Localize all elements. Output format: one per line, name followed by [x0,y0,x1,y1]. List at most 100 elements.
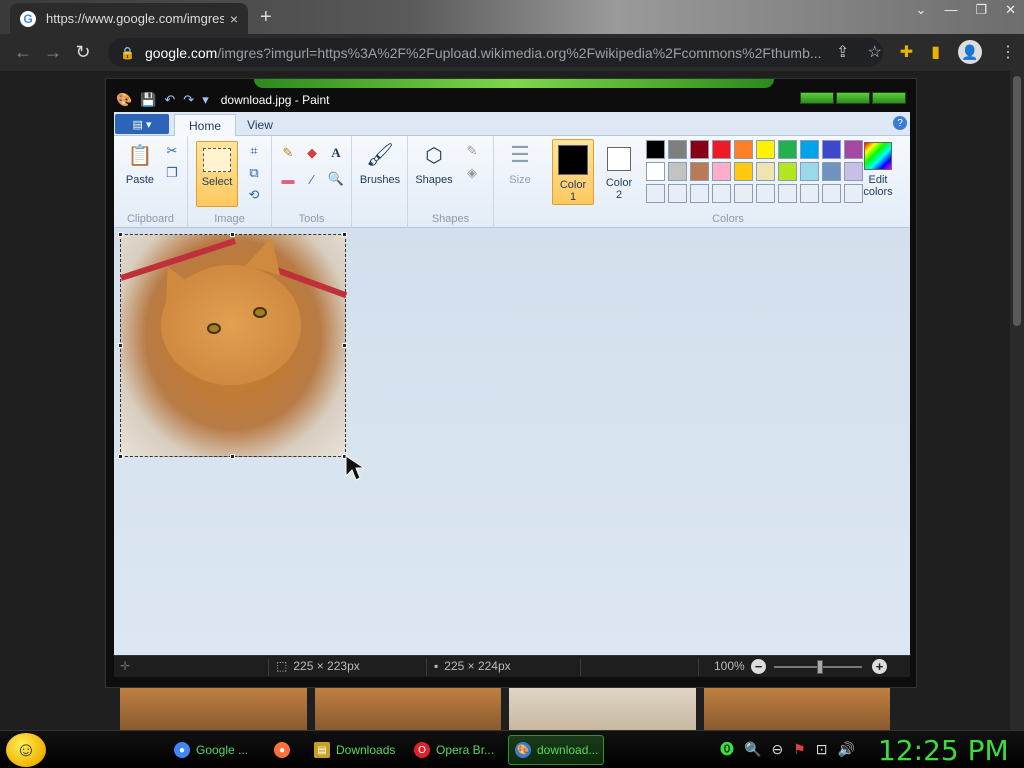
text-tool-icon[interactable]: A [326,144,346,162]
zoom-in-button[interactable]: + [872,659,887,674]
start-button[interactable]: ☺ [6,733,46,767]
palette-color-swatch[interactable] [668,140,687,159]
color1-button[interactable]: Color 1 [552,139,594,205]
resize-handle[interactable] [118,454,123,459]
magnifier-icon[interactable]: 🔍 [326,170,346,188]
zoom-out-button[interactable]: − [751,659,766,674]
resize-handle[interactable] [342,343,347,348]
address-bar[interactable]: 🔒 google.com /imgres?imgurl=https%3A%2F%… [108,38,883,67]
image-thumbnail[interactable] [509,688,696,730]
scrollbar-thumb[interactable] [1013,76,1021,326]
custom-color-slot[interactable] [712,184,731,203]
shapes-button[interactable]: ⬡ Shapes [412,140,456,187]
new-tab-button[interactable]: + [260,6,272,29]
palette-color-swatch[interactable] [646,140,665,159]
palette-color-swatch[interactable] [690,140,709,159]
palette-color-swatch[interactable] [778,140,797,159]
customize-dropdown-icon[interactable]: ▾ [202,92,209,108]
minimize-button[interactable]: — [944,2,957,18]
resize-handle[interactable] [230,232,235,237]
palette-color-swatch[interactable] [756,162,775,181]
palette-color-swatch[interactable] [646,162,665,181]
volume-icon[interactable]: 🔊 [837,741,854,758]
resize-handle[interactable] [118,232,123,237]
redo-icon[interactable]: ↷ [183,92,194,108]
custom-color-slot[interactable] [668,184,687,203]
image-thumbnail[interactable] [703,688,890,730]
taskbar-item-opera[interactable]: O Opera Br... [408,735,500,765]
undo-icon[interactable]: ↶ [164,92,175,108]
save-icon[interactable]: 💾 [140,92,156,108]
tray-minus-icon[interactable]: ⊖ [771,741,783,758]
paint-app-icon[interactable]: 🎨 [116,92,132,108]
palette-color-swatch[interactable] [822,162,841,181]
side-panel-icon[interactable]: ▮ [931,42,940,62]
rotate-icon[interactable]: ⟲ [244,186,264,204]
palette-color-swatch[interactable] [668,162,687,181]
fill-icon[interactable]: ◈ [462,164,482,182]
edit-colors-button[interactable]: Edit colors [856,139,900,205]
image-thumbnail[interactable] [120,688,307,730]
browser-tab[interactable]: G https://www.google.com/imgres × [10,3,248,34]
copy-icon[interactable]: ❐ [162,164,182,182]
resize-handle[interactable] [118,343,123,348]
zoom-slider-thumb[interactable] [817,660,823,674]
taskbar-clock[interactable]: 12:25 PM [878,734,1009,767]
select-button[interactable]: Select [196,141,238,207]
color2-button[interactable]: Color 2 [598,139,640,205]
palette-color-swatch[interactable] [734,162,753,181]
profile-avatar-icon[interactable]: 👤 [958,40,982,64]
tab-view[interactable]: View [238,114,282,136]
bookmark-star-icon[interactable]: ☆ [867,42,881,62]
custom-color-slot[interactable] [690,184,709,203]
reload-button[interactable]: ↻ [68,42,98,63]
outline-icon[interactable]: ✎ [462,142,482,160]
taskbar-item-paint[interactable]: 🎨 download... [508,735,604,765]
crop-icon[interactable]: ⌗ [244,142,264,160]
tab-home[interactable]: Home [174,114,236,136]
palette-color-swatch[interactable] [800,162,819,181]
palette-color-swatch[interactable] [800,140,819,159]
custom-color-slot[interactable] [822,184,841,203]
canvas-area[interactable] [114,228,910,655]
palette-color-swatch[interactable] [756,140,775,159]
fill-bucket-icon[interactable]: ◆ [302,144,322,162]
paint-maximize-button[interactable] [836,92,870,104]
tray-app-icon[interactable]: ⓿ [720,739,734,759]
custom-color-slot[interactable] [756,184,775,203]
palette-color-swatch[interactable] [778,162,797,181]
resize-handle[interactable] [230,454,235,459]
close-window-button[interactable]: ✕ [1005,2,1016,18]
network-icon[interactable]: ⊡ [816,741,828,758]
eraser-icon[interactable]: ▬ [278,170,298,188]
taskbar-item-downloads[interactable]: ▤ Downloads [308,735,400,765]
resize-icon[interactable]: ⧉ [244,164,264,182]
share-icon[interactable]: ⇪ [836,42,849,62]
restore-button[interactable]: ❐ [975,2,987,18]
lock-icon[interactable]: 🔒 [120,46,135,60]
palette-color-swatch[interactable] [712,140,731,159]
custom-color-slot[interactable] [778,184,797,203]
palette-color-swatch[interactable] [734,140,753,159]
custom-color-slot[interactable] [800,184,819,203]
paste-button[interactable]: 📋 Paste [120,140,160,187]
back-button[interactable]: ← [8,42,38,63]
help-icon[interactable]: ? [893,116,907,130]
chrome-menu-icon[interactable]: ⋮ [1000,42,1016,62]
custom-color-slot[interactable] [646,184,665,203]
palette-color-swatch[interactable] [822,140,841,159]
tab-search-icon[interactable]: ⌄ [916,2,927,18]
cut-icon[interactable]: ✂ [162,142,182,160]
pencil-icon[interactable]: ✎ [278,144,298,162]
action-center-flag-icon[interactable]: ⚑ [793,741,806,758]
page-scrollbar[interactable] [1010,71,1024,730]
color-picker-icon[interactable]: ⁄ [302,170,322,188]
tray-search-icon[interactable]: 🔍 [744,741,761,758]
resize-handle[interactable] [342,232,347,237]
paint-close-button[interactable] [872,92,906,104]
forward-button[interactable]: → [38,42,68,63]
tab-close-icon[interactable]: × [230,11,238,27]
paint-minimize-button[interactable] [800,92,834,104]
palette-color-swatch[interactable] [712,162,731,181]
size-button[interactable]: ☰ Size [500,140,540,186]
